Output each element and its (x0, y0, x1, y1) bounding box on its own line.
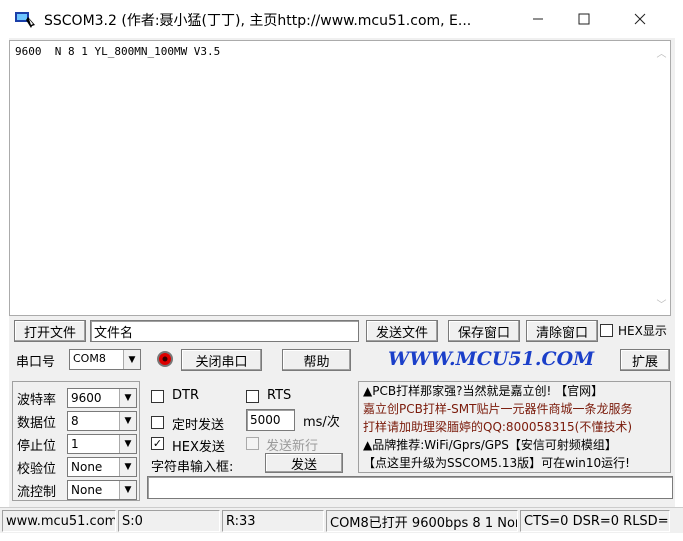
clear-window-button[interactable]: 清除窗口 (526, 320, 598, 342)
interval-input[interactable]: 5000 (246, 409, 295, 431)
port-value: COM8 (73, 352, 106, 365)
interval-unit-label: ms/次 (303, 415, 340, 430)
website-link[interactable]: WWW.MCU51.COM (388, 348, 594, 370)
baud-select[interactable]: 9600 ▼ (67, 388, 137, 408)
status-port-info: COM8已打开 9600bps 8 1 None None (326, 510, 518, 532)
send-button[interactable]: 发送 (265, 453, 343, 473)
stopbits-select[interactable]: 1 ▼ (67, 434, 137, 454)
parity-select[interactable]: None ▼ (67, 457, 137, 477)
hex-send-label: HEX发送 (172, 440, 225, 455)
help-button[interactable]: 帮助 (282, 349, 351, 371)
hex-display-label: HEX显示 (618, 324, 667, 338)
chevron-down-icon[interactable]: ▼ (119, 458, 136, 476)
status-bar: www.mcu51.com S:0 R:33 COM8已打开 9600bps 8… (0, 507, 683, 533)
chevron-down-icon[interactable]: ▼ (123, 350, 140, 369)
ad-line-5[interactable]: 【点这里升级为SSCOM5.13版】可在win10运行! (363, 454, 670, 472)
flow-select[interactable]: None ▼ (67, 480, 137, 500)
dtr-checkbox[interactable] (151, 390, 164, 403)
chevron-down-icon[interactable]: ▼ (119, 412, 136, 430)
status-line-signals: CTS=0 DSR=0 RLSD=0 (520, 510, 670, 532)
ad-panel[interactable]: ▲PCB打样那家强?当然就是嘉立创! 【官网】 嘉立创PCB打样-SMT贴片一元… (358, 381, 671, 473)
databits-label: 数据位 (17, 416, 57, 431)
status-site: www.mcu51.com (2, 510, 116, 532)
databits-value: 8 (71, 414, 79, 428)
window-title: SSCOM3.2 (作者:聂小猛(丁丁), 主页http://www.mcu51… (44, 13, 472, 29)
parity-value: None (71, 460, 103, 474)
status-received-count: R:33 (222, 510, 324, 532)
port-select[interactable]: COM8 ▼ (69, 349, 141, 370)
send-file-button[interactable]: 发送文件 (366, 320, 438, 342)
databits-select[interactable]: 8 ▼ (67, 411, 137, 431)
port-status-icon (155, 349, 175, 369)
status-sent-count: S:0 (118, 510, 220, 532)
dtr-label: DTR (172, 388, 199, 403)
receive-textarea[interactable]: 9600 N 8 1 YL_800MN_100MW V3.5 ︿ ﹀ (9, 40, 671, 316)
close-icon[interactable] (617, 0, 663, 38)
send-newline-label: 发送新行 (266, 439, 319, 454)
ad-line-2[interactable]: 嘉立创PCB打样-SMT贴片一元器件商城一条龙服务 (363, 400, 670, 418)
stopbits-label: 停止位 (17, 439, 57, 454)
save-window-button[interactable]: 保存窗口 (448, 320, 520, 342)
input-label: 字符串输入框: (151, 460, 234, 475)
flow-label: 流控制 (17, 485, 57, 500)
expand-button[interactable]: 扩展 (620, 349, 670, 371)
maximize-icon[interactable] (561, 0, 607, 38)
port-label: 串口号 (16, 355, 56, 370)
ad-line-3[interactable]: 打样请加助理梁腼婷的QQ:800058315(不懂技术) (363, 418, 670, 436)
timed-send-label: 定时发送 (172, 418, 225, 433)
app-icon (14, 9, 36, 29)
filename-input[interactable]: 文件名 (90, 320, 359, 342)
ad-line-4[interactable]: ▲品牌推荐:WiFi/Gprs/GPS【安信可射频模组】 (363, 436, 670, 454)
hex-send-checkbox[interactable]: ✓ (151, 437, 164, 450)
close-port-button[interactable]: 关闭串口 (181, 349, 262, 371)
title-bar: SSCOM3.2 (作者:聂小猛(丁丁), 主页http://www.mcu51… (0, 0, 683, 38)
chevron-down-icon[interactable]: ▼ (119, 435, 136, 453)
string-input[interactable] (147, 476, 673, 499)
receive-text: 9600 N 8 1 YL_800MN_100MW V3.5 (15, 45, 221, 58)
parity-label: 校验位 (17, 462, 57, 477)
scroll-up-icon[interactable]: ︿ (653, 45, 670, 60)
flow-value: None (71, 483, 103, 497)
open-file-button[interactable]: 打开文件 (14, 320, 86, 342)
timed-send-checkbox[interactable] (151, 416, 164, 429)
stopbits-value: 1 (71, 437, 79, 451)
baud-label: 波特率 (17, 393, 57, 408)
send-newline-checkbox[interactable] (246, 437, 259, 450)
baud-value: 9600 (71, 391, 102, 405)
scroll-down-icon[interactable]: ﹀ (653, 296, 670, 311)
vertical-scrollbar[interactable]: ︿ ﹀ (653, 41, 670, 315)
rts-label: RTS (267, 388, 292, 403)
chevron-down-icon[interactable]: ▼ (119, 481, 136, 499)
minimize-icon[interactable] (515, 0, 561, 38)
chevron-down-icon[interactable]: ▼ (119, 389, 136, 407)
hex-display-checkbox[interactable] (600, 324, 613, 337)
ad-line-1[interactable]: ▲PCB打样那家强?当然就是嘉立创! 【官网】 (363, 382, 670, 400)
rts-checkbox[interactable] (246, 390, 259, 403)
